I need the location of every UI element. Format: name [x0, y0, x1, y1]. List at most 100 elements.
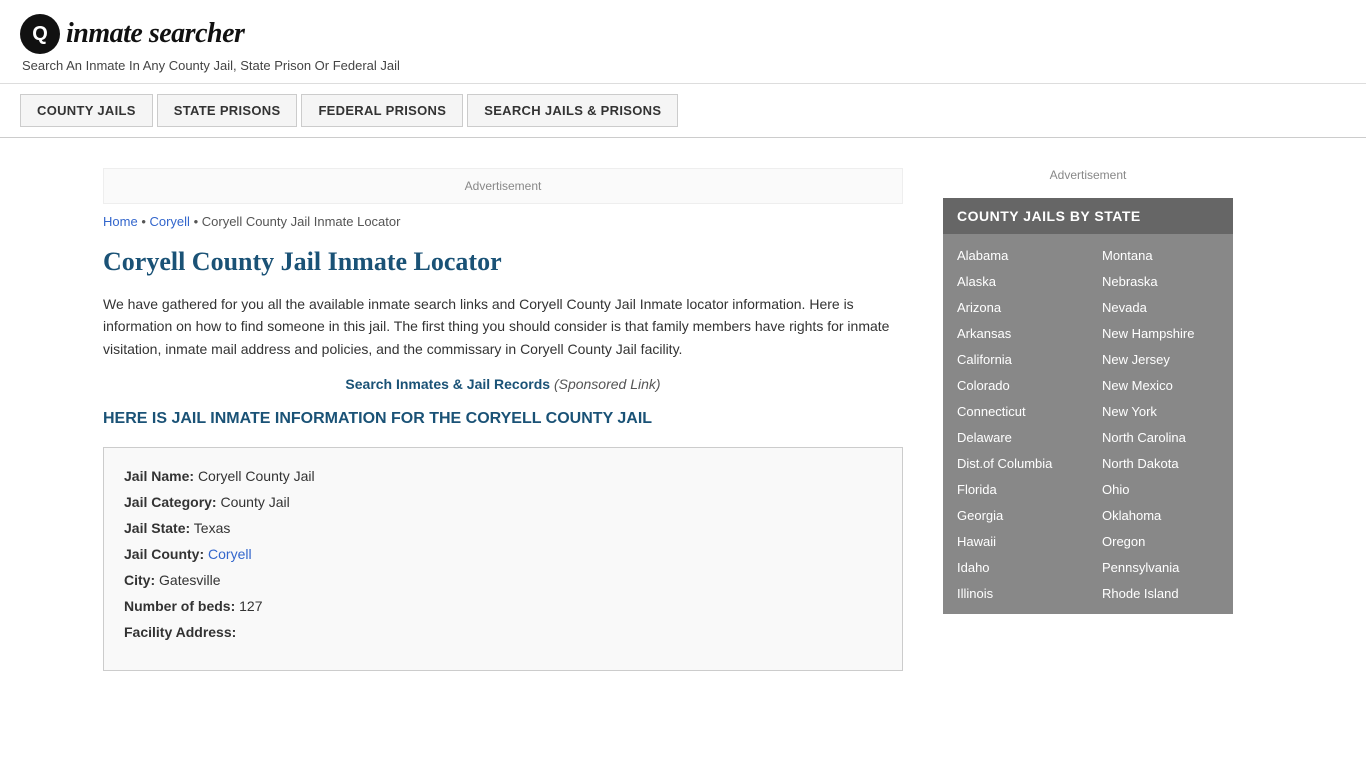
- logo-icon-symbol: Q: [32, 23, 48, 46]
- state-item[interactable]: Illinois: [943, 580, 1088, 606]
- jail-category-row: Jail Category: County Jail: [124, 494, 882, 510]
- state-link[interactable]: New Jersey: [1102, 352, 1170, 367]
- state-link[interactable]: Illinois: [957, 586, 993, 601]
- state-link[interactable]: Ohio: [1102, 482, 1129, 497]
- nav-list: COUNTY JAILS STATE PRISONS FEDERAL PRISO…: [20, 94, 1346, 127]
- nav-link-state-prisons[interactable]: STATE PRISONS: [157, 94, 298, 127]
- state-item[interactable]: Arizona: [943, 294, 1088, 320]
- state-item[interactable]: Nebraska: [1088, 268, 1233, 294]
- jail-city-label: City:: [124, 572, 155, 588]
- description: We have gathered for you all the availab…: [103, 293, 903, 360]
- state-link[interactable]: Nevada: [1102, 300, 1147, 315]
- breadcrumb: Home • Coryell • Coryell County Jail Inm…: [103, 214, 903, 229]
- state-item[interactable]: Florida: [943, 476, 1088, 502]
- state-item[interactable]: North Carolina: [1088, 424, 1233, 450]
- state-link[interactable]: Rhode Island: [1102, 586, 1179, 601]
- jail-beds-row: Number of beds: 127: [124, 598, 882, 614]
- jail-city-value: Gatesville: [159, 572, 220, 588]
- jail-county-value: Coryell: [208, 546, 252, 562]
- state-item[interactable]: Connecticut: [943, 398, 1088, 424]
- state-item[interactable]: Hawaii: [943, 528, 1088, 554]
- jail-county-label: Jail County:: [124, 546, 204, 562]
- state-item[interactable]: New Mexico: [1088, 372, 1233, 398]
- state-link[interactable]: New York: [1102, 404, 1157, 419]
- state-item[interactable]: New Jersey: [1088, 346, 1233, 372]
- jail-state-row: Jail State: Texas: [124, 520, 882, 536]
- state-item[interactable]: Pennsylvania: [1088, 554, 1233, 580]
- jail-category-value: County Jail: [220, 494, 289, 510]
- state-item[interactable]: New Hampshire: [1088, 320, 1233, 346]
- breadcrumb-home[interactable]: Home: [103, 214, 138, 229]
- state-link[interactable]: North Dakota: [1102, 456, 1179, 471]
- state-link[interactable]: Colorado: [957, 378, 1010, 393]
- state-link[interactable]: Dist.of Columbia: [957, 456, 1052, 471]
- nav-link-federal-prisons[interactable]: FEDERAL PRISONS: [301, 94, 463, 127]
- state-link[interactable]: Nebraska: [1102, 274, 1158, 289]
- state-link[interactable]: Oregon: [1102, 534, 1145, 549]
- jail-state-label: Jail State:: [124, 520, 190, 536]
- state-link[interactable]: New Hampshire: [1102, 326, 1194, 341]
- state-item[interactable]: Oklahoma: [1088, 502, 1233, 528]
- jail-state-value: Texas: [194, 520, 231, 536]
- state-item[interactable]: Delaware: [943, 424, 1088, 450]
- state-link[interactable]: Florida: [957, 482, 997, 497]
- state-item[interactable]: Alabama: [943, 242, 1088, 268]
- state-link[interactable]: Arizona: [957, 300, 1001, 315]
- sidebar-ad: Advertisement: [943, 158, 1233, 198]
- state-item[interactable]: Rhode Island: [1088, 580, 1233, 606]
- state-item[interactable]: Dist.of Columbia: [943, 450, 1088, 476]
- state-link[interactable]: Connecticut: [957, 404, 1026, 419]
- state-link[interactable]: Alabama: [957, 248, 1008, 263]
- jail-name-row: Jail Name: Coryell County Jail: [124, 468, 882, 484]
- state-link[interactable]: New Mexico: [1102, 378, 1173, 393]
- state-link[interactable]: Alaska: [957, 274, 996, 289]
- state-link[interactable]: Georgia: [957, 508, 1003, 523]
- state-item[interactable]: New York: [1088, 398, 1233, 424]
- state-item[interactable]: Arkansas: [943, 320, 1088, 346]
- jail-name-value: Coryell County Jail: [198, 468, 315, 484]
- state-item[interactable]: North Dakota: [1088, 450, 1233, 476]
- nav-item-state-prisons[interactable]: STATE PRISONS: [157, 94, 298, 127]
- sidebar-box: COUNTY JAILS BY STATE AlabamaMontanaAlas…: [943, 198, 1233, 614]
- content-area: Advertisement Home • Coryell • Coryell C…: [103, 138, 923, 711]
- state-link[interactable]: Delaware: [957, 430, 1012, 445]
- state-link[interactable]: Montana: [1102, 248, 1153, 263]
- jail-category-label: Jail Category:: [124, 494, 217, 510]
- state-item[interactable]: Georgia: [943, 502, 1088, 528]
- jail-beds-value: 127: [239, 598, 262, 614]
- state-link[interactable]: Idaho: [957, 560, 990, 575]
- state-link[interactable]: North Carolina: [1102, 430, 1186, 445]
- tagline: Search An Inmate In Any County Jail, Sta…: [22, 58, 1346, 73]
- state-link[interactable]: Hawaii: [957, 534, 996, 549]
- state-item[interactable]: Ohio: [1088, 476, 1233, 502]
- jail-address-label: Facility Address:: [124, 624, 236, 640]
- top-ad-banner: Advertisement: [103, 168, 903, 204]
- logo-text-part2: searcher: [149, 18, 245, 49]
- nav-item-federal-prisons[interactable]: FEDERAL PRISONS: [301, 94, 463, 127]
- jail-info-heading: HERE IS JAIL INMATE INFORMATION FOR THE …: [103, 408, 903, 430]
- info-box: Jail Name: Coryell County Jail Jail Cate…: [103, 447, 903, 671]
- nav-item-search[interactable]: SEARCH JAILS & PRISONS: [467, 94, 678, 127]
- main-container: Advertisement Home • Coryell • Coryell C…: [83, 138, 1283, 711]
- state-item[interactable]: California: [943, 346, 1088, 372]
- state-link[interactable]: Pennsylvania: [1102, 560, 1179, 575]
- state-item[interactable]: Colorado: [943, 372, 1088, 398]
- search-inmates-link[interactable]: Search Inmates & Jail Records: [345, 376, 550, 392]
- state-link[interactable]: Arkansas: [957, 326, 1011, 341]
- nav-item-county-jails[interactable]: COUNTY JAILS: [20, 94, 153, 127]
- state-item[interactable]: Alaska: [943, 268, 1088, 294]
- state-item[interactable]: Idaho: [943, 554, 1088, 580]
- logo-area: Q inmate searcher: [20, 14, 1346, 54]
- nav-link-county-jails[interactable]: COUNTY JAILS: [20, 94, 153, 127]
- sponsored-label: (Sponsored Link): [554, 376, 661, 392]
- state-link[interactable]: California: [957, 352, 1012, 367]
- state-item[interactable]: Nevada: [1088, 294, 1233, 320]
- breadcrumb-parent[interactable]: Coryell: [149, 214, 189, 229]
- state-item[interactable]: Montana: [1088, 242, 1233, 268]
- state-link[interactable]: Oklahoma: [1102, 508, 1161, 523]
- nav-link-search[interactable]: SEARCH JAILS & PRISONS: [467, 94, 678, 127]
- logo-icon: Q: [20, 14, 60, 54]
- state-grid: Alabama Montana Alaska Nebraska Arizona Nevad…: [943, 234, 1233, 614]
- sidebar: Advertisement COUNTY JAILS BY STATE Alab…: [923, 138, 1233, 711]
- state-item[interactable]: Oregon: [1088, 528, 1233, 554]
